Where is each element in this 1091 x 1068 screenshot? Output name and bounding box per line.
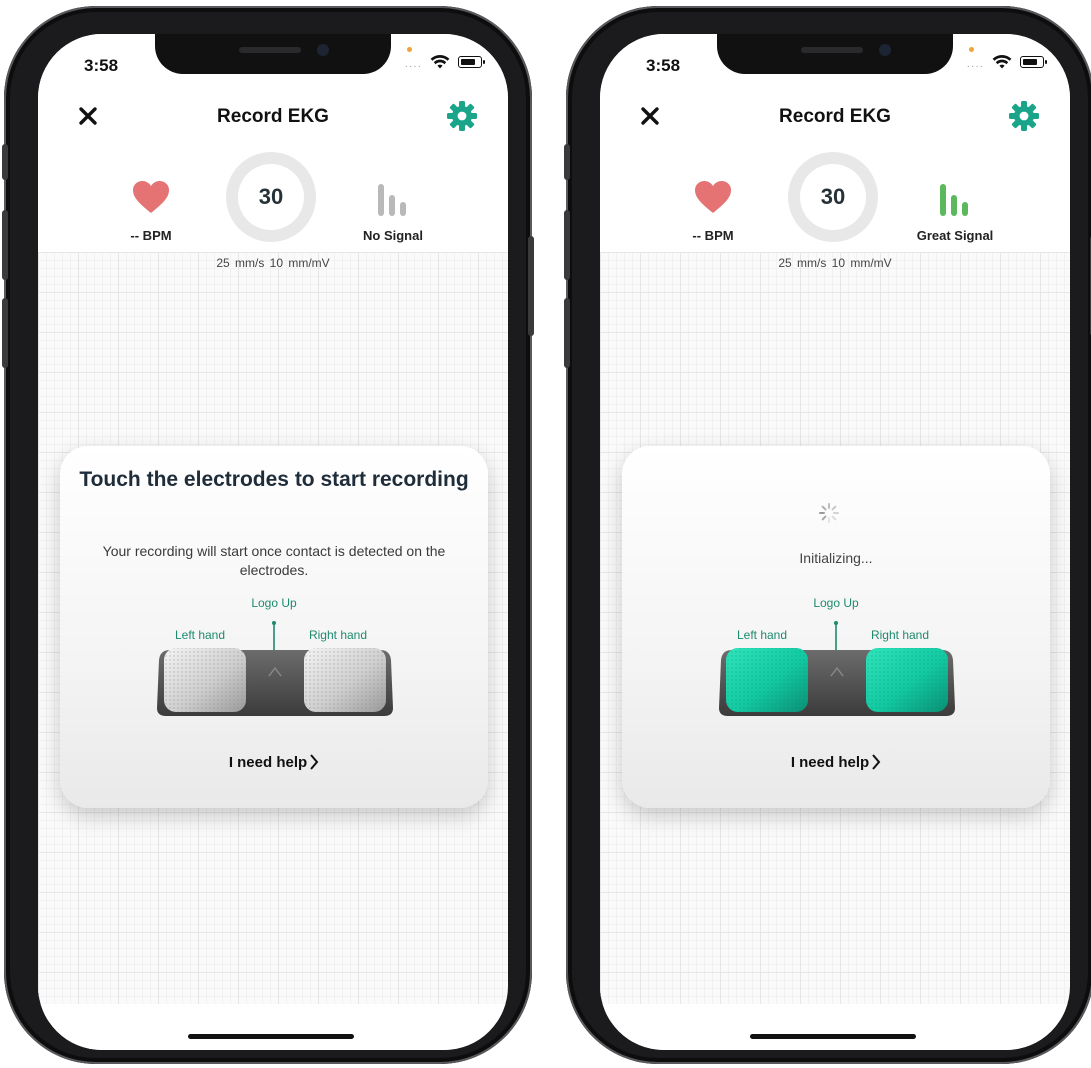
signal-strength-icon (378, 184, 406, 216)
countdown-timer: 30 (226, 152, 316, 242)
cellular-icon: ···· (966, 60, 984, 72)
gear-icon[interactable] (446, 100, 478, 132)
home-indicator[interactable] (188, 1034, 354, 1039)
phone-frame-right: 3:58 ···· Record EKG -- BPM 30 Great Sig… (564, 6, 1091, 1064)
camera-icon (317, 44, 329, 56)
battery-icon (458, 56, 485, 68)
signal-strength-icon (940, 184, 968, 216)
signal-status: Great Signal (916, 228, 994, 243)
phone-frame-left: 3:58 ···· Record EKG -- BPM 30 No Signal… (2, 6, 534, 1064)
status-icons: ···· (966, 54, 1047, 72)
app-screen: 3:58 ···· Record EKG (38, 34, 508, 1050)
cellular-icon: ···· (404, 60, 422, 72)
app-screen: 3:58 ···· Record EKG (600, 34, 1070, 1050)
gear-icon[interactable] (1008, 100, 1040, 132)
mute-switch (2, 144, 8, 180)
signal-status: No Signal (363, 228, 423, 243)
instruction-card: Initializing... Logo Up Left hand Right … (622, 446, 1050, 808)
card-title: Touch the electrodes to start recording (79, 468, 469, 491)
status-text: Initializing... (799, 550, 873, 566)
volume-down-button (2, 298, 8, 368)
help-label: I need help (228, 754, 308, 771)
heart-icon (695, 181, 731, 213)
logo-up-label: Logo Up (813, 596, 859, 610)
help-label: I need help (790, 754, 870, 771)
right-hand-label: Right hand (308, 628, 368, 642)
kardia-device-illustration (157, 648, 393, 716)
bpm-readout: -- BPM (692, 228, 734, 243)
mute-switch (564, 144, 570, 180)
scale-label: 25 mm/s 10 mm/mV (778, 256, 892, 270)
volume-up-button (2, 210, 8, 280)
wifi-icon (430, 54, 450, 69)
page-title: Record EKG (217, 106, 329, 127)
instruction-card: Touch the electrodes to start recording … (60, 446, 488, 808)
volume-down-button (564, 298, 570, 368)
help-link[interactable]: I need help (622, 754, 1050, 771)
countdown-timer: 30 (788, 152, 878, 242)
heart-icon (133, 181, 169, 213)
mic-indicator-dot (407, 47, 412, 52)
chevron-right-icon (872, 754, 881, 770)
notch (717, 34, 953, 74)
left-hand-label: Left hand (736, 628, 788, 642)
help-link[interactable]: I need help (60, 754, 488, 771)
bpm-readout: -- BPM (130, 228, 172, 243)
countdown-value: 30 (800, 164, 866, 230)
scale-label: 25 mm/s 10 mm/mV (216, 256, 330, 270)
wifi-icon (992, 54, 1012, 69)
card-description: Your recording will start once contact i… (102, 543, 446, 578)
kardia-device-illustration (719, 648, 955, 716)
notch (155, 34, 391, 74)
mic-indicator-dot (969, 47, 974, 52)
loading-spinner-icon (819, 503, 839, 523)
countdown-value: 30 (238, 164, 304, 230)
left-hand-label: Left hand (174, 628, 226, 642)
home-indicator[interactable] (750, 1034, 916, 1039)
battery-icon (1020, 56, 1047, 68)
right-hand-label: Right hand (870, 628, 930, 642)
page-title: Record EKG (779, 106, 891, 127)
power-button (528, 236, 534, 336)
status-time: 3:58 (84, 56, 119, 75)
chevron-right-icon (310, 754, 319, 770)
camera-icon (879, 44, 891, 56)
status-icons: ···· (404, 54, 485, 72)
logo-up-label: Logo Up (251, 596, 297, 610)
status-time: 3:58 (646, 56, 681, 75)
volume-up-button (564, 210, 570, 280)
